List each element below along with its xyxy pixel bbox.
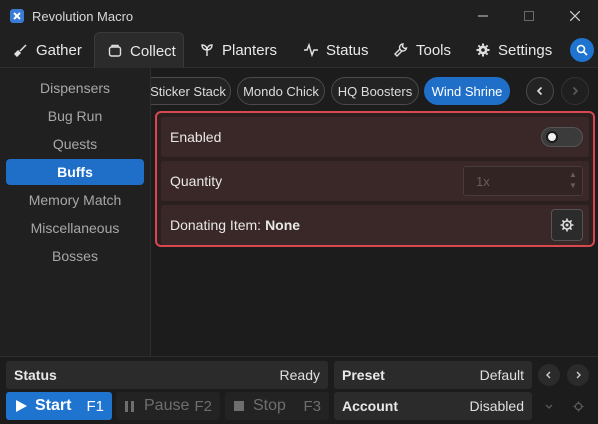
stop-label: Stop xyxy=(253,397,286,414)
top-nav: Gather Collect Planters Status Tools Set… xyxy=(0,32,598,69)
chip-wind-shrine[interactable]: Wind Shrine xyxy=(424,77,510,105)
sidebar-item-bosses[interactable]: Bosses xyxy=(6,243,144,269)
preset-value: Default xyxy=(479,367,524,383)
sidebar-item-bug-run[interactable]: Bug Run xyxy=(6,103,144,129)
tab-planters[interactable]: Planters xyxy=(200,32,277,68)
donating-label: Donating Item: xyxy=(170,217,262,233)
pause-icon xyxy=(125,400,134,412)
enabled-row: Enabled xyxy=(161,117,589,157)
pause-hotkey: F2 xyxy=(194,397,212,415)
chevron-right-icon xyxy=(576,371,581,379)
gear-icon xyxy=(476,43,490,57)
chips-next-button[interactable] xyxy=(561,77,589,105)
status-label: Status xyxy=(14,367,57,383)
preset-box[interactable]: Preset Default xyxy=(334,361,532,389)
account-value: Disabled xyxy=(469,398,524,414)
start-button[interactable]: Start F1 xyxy=(6,392,112,420)
gear-icon xyxy=(560,218,574,232)
sidebar-item-dispensers[interactable]: Dispensers xyxy=(6,75,144,101)
quantity-value: 1x xyxy=(476,174,490,189)
main-content: Sticker Stack Mondo Chick HQ Boosters Wi… xyxy=(150,68,598,356)
donating-settings-button[interactable] xyxy=(551,209,583,241)
gear-icon xyxy=(572,400,584,412)
chip-hq-boosters[interactable]: HQ Boosters xyxy=(331,77,419,105)
tab-collect[interactable]: Collect xyxy=(94,32,184,69)
donating-value: None xyxy=(265,217,301,233)
sidebar: Dispensers Bug Run Quests Buffs Memory M… xyxy=(0,68,150,356)
enabled-label: Enabled xyxy=(170,129,222,145)
stop-hotkey: F3 xyxy=(303,397,321,415)
quantity-row: Quantity 1x ▲ ▼ xyxy=(161,161,589,201)
search-button[interactable] xyxy=(570,38,594,62)
wrench-icon xyxy=(394,43,408,57)
quantity-arrows-icon[interactable]: ▲ ▼ xyxy=(566,169,580,193)
preset-prev-button[interactable] xyxy=(538,364,560,386)
account-label: Account xyxy=(342,398,398,414)
sidebar-item-buffs[interactable]: Buffs xyxy=(6,159,144,185)
pause-label: Pause xyxy=(144,397,190,414)
tab-gather[interactable]: Gather xyxy=(14,32,82,68)
status-box: Status Ready xyxy=(6,361,328,389)
account-dropdown-button[interactable] xyxy=(538,395,560,417)
stop-button[interactable]: Stop F3 xyxy=(225,392,329,420)
app-title: Revolution Macro xyxy=(32,8,134,24)
app-logo-icon xyxy=(10,9,24,23)
minimize-icon[interactable] xyxy=(460,0,506,32)
tab-status-label: Status xyxy=(326,41,369,59)
preset-label: Preset xyxy=(342,367,385,383)
tab-status[interactable]: Status xyxy=(304,32,369,68)
tab-tools-label: Tools xyxy=(416,41,452,59)
stop-icon xyxy=(234,401,244,411)
tab-settings-label: Settings xyxy=(498,41,553,59)
shovel-icon xyxy=(14,44,27,57)
tab-tools[interactable]: Tools xyxy=(394,32,451,68)
search-icon xyxy=(576,44,588,56)
tab-planters-label: Planters xyxy=(222,41,278,59)
quantity-stepper[interactable]: 1x ▲ ▼ xyxy=(463,166,583,196)
buff-chip-bar: Sticker Stack Mondo Chick HQ Boosters Wi… xyxy=(151,76,598,106)
toggle-knob xyxy=(546,131,558,143)
quantity-label: Quantity xyxy=(170,173,223,189)
enabled-toggle[interactable] xyxy=(541,127,583,147)
chevron-left-icon xyxy=(536,86,543,96)
planter-icon xyxy=(201,44,213,56)
chip-mondo-chick[interactable]: Mondo Chick xyxy=(237,77,325,105)
tab-gather-label: Gather xyxy=(36,41,82,59)
pause-button[interactable]: Pause F2 xyxy=(116,392,220,420)
play-icon xyxy=(16,400,27,412)
close-icon[interactable] xyxy=(552,0,598,32)
chip-sticker-stack[interactable]: Sticker Stack xyxy=(151,77,231,105)
sidebar-item-memory-match[interactable]: Memory Match xyxy=(6,187,144,213)
chevron-down-icon xyxy=(545,404,553,409)
wind-shrine-panel: Enabled Quantity 1x ▲ ▼ Donating Item: No… xyxy=(155,111,595,247)
chevron-right-icon xyxy=(572,86,579,96)
collect-icon xyxy=(108,44,122,57)
chevron-left-icon xyxy=(546,371,551,379)
pulse-icon xyxy=(304,43,318,57)
sidebar-item-quests[interactable]: Quests xyxy=(6,131,144,157)
tab-settings[interactable]: Settings xyxy=(476,32,552,68)
sidebar-item-miscellaneous[interactable]: Miscellaneous xyxy=(6,215,144,241)
preset-next-button[interactable] xyxy=(567,364,589,386)
donating-row: Donating Item: None xyxy=(161,205,589,245)
maximize-icon[interactable] xyxy=(506,0,552,32)
start-label: Start xyxy=(35,397,72,414)
status-value: Ready xyxy=(279,367,320,383)
tab-collect-label: Collect xyxy=(130,42,176,60)
title-bar: Revolution Macro xyxy=(0,0,598,32)
start-hotkey: F1 xyxy=(86,397,104,415)
account-box[interactable]: Account Disabled xyxy=(334,392,532,420)
chips-prev-button[interactable] xyxy=(526,77,554,105)
account-settings-button[interactable] xyxy=(567,395,589,417)
